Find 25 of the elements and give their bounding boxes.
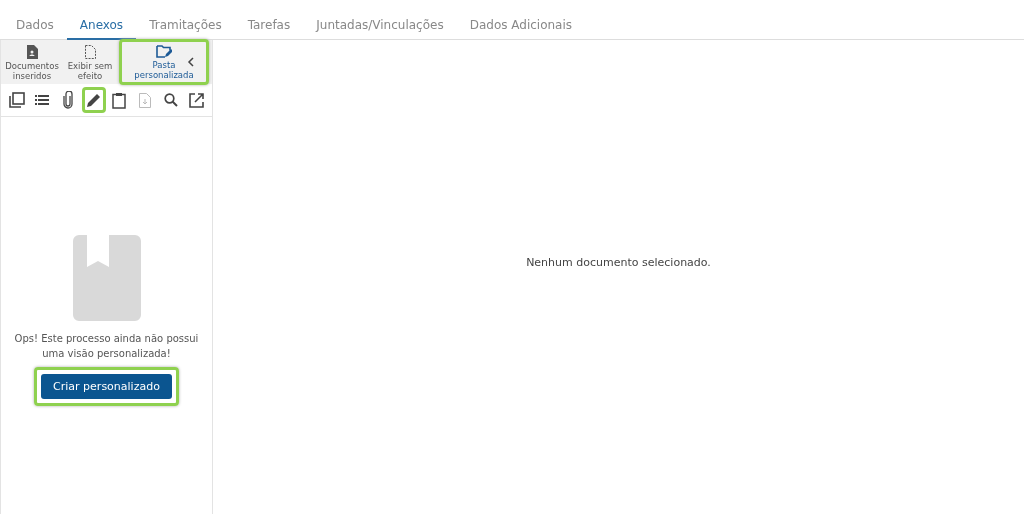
- bookmark-book-icon: [72, 235, 141, 321]
- dashed-document-icon: [84, 44, 96, 59]
- tab[interactable]: Juntadas/Vinculações: [303, 12, 457, 40]
- create-button[interactable]: Criar personalizado: [41, 374, 172, 399]
- external-link-icon: [188, 92, 204, 108]
- clipboard-icon: [112, 91, 127, 109]
- folder-edit-icon: [156, 45, 172, 58]
- tab[interactable]: Tramitações: [136, 12, 235, 40]
- view-button[interactable]: Pasta personalizada: [119, 39, 209, 85]
- pencil-icon: [85, 92, 102, 108]
- collapse-icon[interactable]: [187, 57, 195, 67]
- empty-message: Ops! Este processo ainda não possui uma visão personalizada!: [13, 332, 200, 361]
- tab[interactable]: Dados: [3, 12, 67, 40]
- tab[interactable]: Dados Adicionais: [456, 12, 586, 40]
- toolbar-button[interactable]: [81, 87, 106, 113]
- file-download-icon: [138, 92, 151, 108]
- tab[interactable]: Tarefas: [234, 12, 304, 40]
- document-icon: [26, 44, 38, 59]
- view-button[interactable]: Documentos inseridos: [3, 39, 61, 85]
- list-icon: [35, 94, 50, 106]
- search-icon: [163, 93, 178, 107]
- no-selection-message: Nenhum documento selecionado.: [526, 255, 711, 269]
- view-button[interactable]: Exibir sem efeito: [61, 39, 119, 85]
- paperclip-icon: [63, 91, 74, 109]
- copy-icon: [8, 92, 25, 108]
